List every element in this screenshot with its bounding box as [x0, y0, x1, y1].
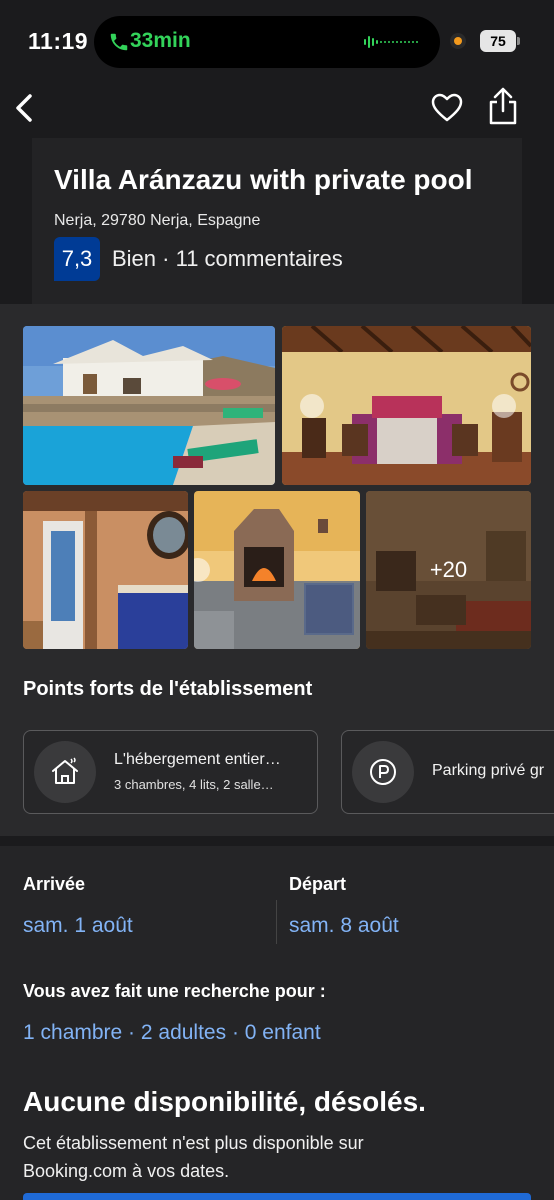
- property-header: Villa Aránzazu with private pool Nerja, …: [32, 138, 522, 304]
- checkout-label: Départ: [289, 874, 347, 894]
- status-bar: 11:19 33min 75: [0, 0, 554, 80]
- highlight-icon-bg: [352, 741, 414, 803]
- share-icon[interactable]: [486, 86, 520, 126]
- highlight-title: Parking privé gr: [432, 762, 545, 779]
- carousel-prev-icon[interactable]: [300, 394, 324, 418]
- search-summary-value[interactable]: 1 chambre · 2 adultes · 0 enfant: [23, 1021, 321, 1045]
- photo-bedroom[interactable]: [282, 326, 531, 485]
- top-nav: [0, 82, 554, 136]
- review-score-badge[interactable]: 7,3: [54, 237, 100, 281]
- status-time: 11:19: [28, 28, 89, 54]
- highlight-card-parking[interactable]: Parking privé gr: [341, 730, 554, 814]
- checkin-label: Arrivée: [23, 874, 86, 894]
- review-separator: ·: [156, 246, 176, 271]
- primary-action-button[interactable]: [23, 1193, 531, 1200]
- recording-indicator-icon: [450, 33, 466, 49]
- heart-icon[interactable]: [430, 92, 464, 124]
- photo-bathroom[interactable]: [23, 491, 188, 649]
- battery-indicator: 75: [480, 30, 520, 52]
- call-duration: 33min: [130, 29, 191, 52]
- date-divider: [276, 900, 277, 944]
- photo-barbecue[interactable]: [194, 491, 360, 649]
- highlight-icon-bg: [34, 741, 96, 803]
- carousel-next-icon[interactable]: [492, 394, 516, 418]
- booking-details: Arrivée sam. 1 août Départ sam. 8 août V…: [0, 846, 554, 1200]
- audio-waveform-icon: [364, 36, 418, 48]
- unavailable-message: Cet établissement n'est plus disponible …: [23, 1133, 364, 1181]
- property-title: Villa Aránzazu with private pool: [54, 164, 473, 195]
- highlights-title: Points forts de l'établissement: [23, 678, 313, 700]
- phone-icon: [110, 33, 128, 51]
- property-address[interactable]: Nerja, 29780 Nerja, Espagne: [54, 212, 260, 230]
- highlight-subtitle: 3 chambres, 4 lits, 2 salle…: [114, 777, 274, 792]
- search-summary-label: Vous avez fait une recherche pour :: [23, 981, 326, 1001]
- highlight-card-entire-home[interactable]: L'hébergement entier… 3 chambres, 4 lits…: [23, 730, 318, 814]
- chevron-left-icon[interactable]: [10, 90, 40, 126]
- review-summary[interactable]: Bien · 11 commentaires: [112, 246, 343, 272]
- highlights-section: Points forts de l'établissement L'héberg…: [0, 664, 554, 836]
- photo-pool[interactable]: [23, 326, 275, 485]
- parking-icon: [370, 759, 396, 785]
- photo-gallery: +20: [0, 304, 554, 664]
- house-icon: [52, 757, 78, 784]
- highlight-title: L'hébergement entier…: [114, 751, 281, 768]
- photo-living-room[interactable]: +20: [366, 491, 531, 649]
- checkout-date[interactable]: sam. 8 août: [289, 914, 399, 938]
- more-photos-count[interactable]: +20: [366, 491, 531, 649]
- review-count: 11 commentaires: [175, 246, 343, 271]
- checkin-date[interactable]: sam. 1 août: [23, 914, 133, 938]
- rating-word: Bien: [112, 246, 157, 271]
- unavailable-title: Aucune disponibilité, désolés.: [23, 1086, 426, 1117]
- dynamic-island[interactable]: 33min: [94, 16, 440, 68]
